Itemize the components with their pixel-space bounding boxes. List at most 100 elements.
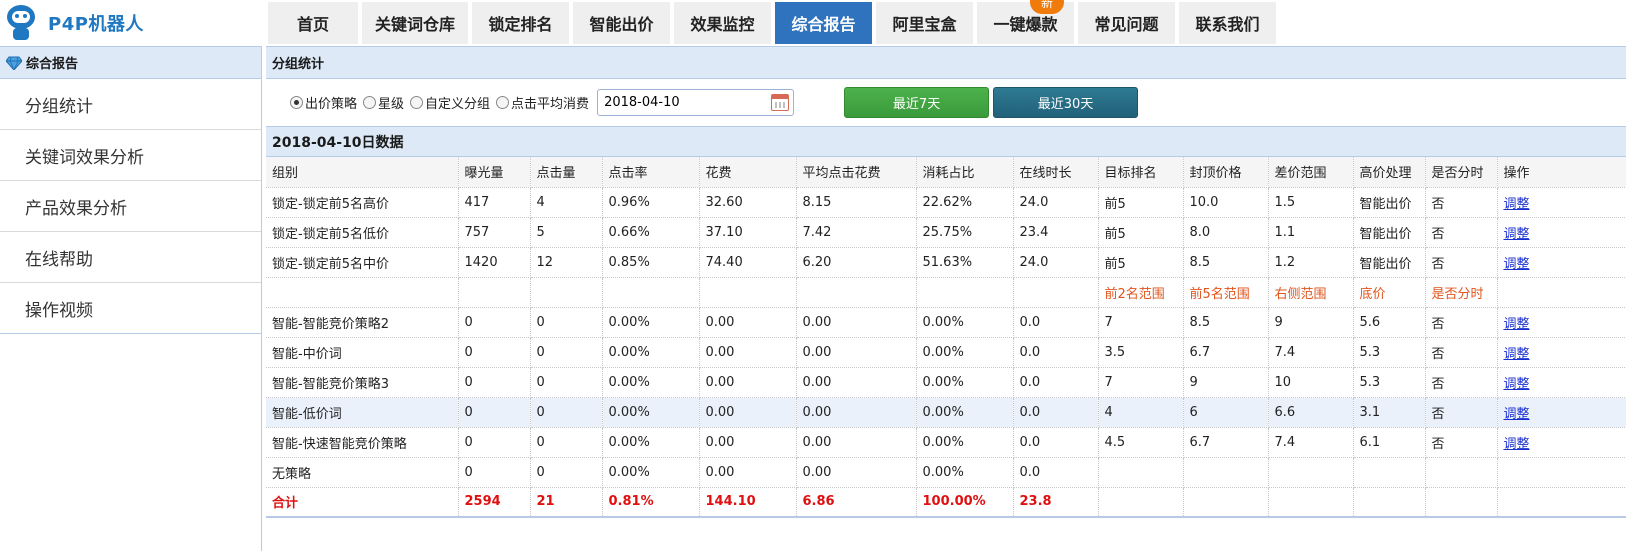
table-note-row: 前2名范围 前5名范围 右侧范围 底价 是否分时 <box>266 277 1626 308</box>
column-header: 消耗占比 <box>916 157 1014 188</box>
table-row: 智能-快速智能竞价策略 0 0 0.00% 0.00 0.00 0.00% 0.0 4.5 6.7… <box>266 427 1626 458</box>
table-cell: 8.0 <box>1183 217 1269 248</box>
adjust-link[interactable]: 调整 <box>1497 247 1626 278</box>
radio-avg-click-cost[interactable]: 点击平均消费 <box>496 93 589 112</box>
column-header: 差价范围 <box>1268 157 1354 188</box>
table-cell <box>1183 457 1269 488</box>
sidebar-item-product-analysis[interactable]: 产品效果分析 <box>0 181 261 232</box>
adjust-link[interactable]: 调整 <box>1497 217 1626 248</box>
table-cell <box>1497 487 1626 518</box>
nav-tab-keyword-warehouse[interactable]: 关键词仓库 <box>362 2 468 44</box>
table-cell: 22.62% <box>916 187 1014 218</box>
column-header: 点击量 <box>530 157 603 188</box>
table-cell: 6.7 <box>1183 427 1269 458</box>
nav-tab-faq[interactable]: 常见问题 <box>1078 2 1175 44</box>
table-cell <box>1183 487 1269 518</box>
nav-tab-contact[interactable]: 联系我们 <box>1179 2 1276 44</box>
table-cell: 25.75% <box>916 217 1014 248</box>
adjust-link[interactable]: 调整 <box>1497 307 1626 338</box>
nav-tab-effect-monitor[interactable]: 效果监控 <box>674 2 771 44</box>
last-30-days-button[interactable]: 最近30天 <box>993 87 1139 118</box>
table-cell: 合计 <box>266 487 459 518</box>
sidebar-item-group-stats[interactable]: 分组统计 <box>0 79 261 130</box>
table-cell: 12 <box>530 247 603 278</box>
table-cell <box>1098 457 1184 488</box>
radio-bid-strategy[interactable]: 出价策略 <box>290 93 357 112</box>
table-cell: 1.5 <box>1268 187 1354 218</box>
adjust-link[interactable]: 调整 <box>1497 367 1626 398</box>
sidebar-item-online-help[interactable]: 在线帮助 <box>0 232 261 283</box>
table-cell: 6.20 <box>796 247 917 278</box>
table-cell: 0.00 <box>699 427 797 458</box>
calendar-icon[interactable] <box>771 94 790 111</box>
table-cell: 前2名范围 <box>1098 277 1184 308</box>
table-cell: 0.00 <box>796 397 917 428</box>
nav-tab-ali-box[interactable]: 阿里宝盒 <box>876 2 973 44</box>
table-cell: 37.10 <box>699 217 797 248</box>
table-cell: 6.7 <box>1183 337 1269 368</box>
sidebar-item-keyword-analysis[interactable]: 关键词效果分析 <box>0 130 261 181</box>
table-cell: 0.00% <box>916 367 1014 398</box>
top-nav: 首页 关键词仓库 锁定排名 智能出价 效果监控 综合报告 阿里宝盒 一键爆款 新… <box>268 0 1276 44</box>
table-cell: 智能-快速智能竞价策略 <box>266 427 459 458</box>
nav-tab-smart-bid[interactable]: 智能出价 <box>573 2 670 44</box>
table-cell <box>1425 487 1498 518</box>
column-header: 组别 <box>266 157 459 188</box>
table-row: 智能-中价词 0 0 0.00% 0.00 0.00 0.00% 0.0 3.5 6.7 7.4 5.… <box>266 337 1626 368</box>
table-cell: 4.5 <box>1098 427 1184 458</box>
table-cell: 0.0 <box>1013 457 1099 488</box>
sidebar-item-video[interactable]: 操作视频 <box>0 283 261 334</box>
adjust-link[interactable]: 调整 <box>1497 397 1626 428</box>
radio-star-level[interactable]: 星级 <box>363 93 404 112</box>
date-field[interactable] <box>597 89 795 116</box>
table-cell: 23.4 <box>1013 217 1099 248</box>
nav-tab-home[interactable]: 首页 <box>268 2 358 44</box>
nav-tab-hot-item[interactable]: 一键爆款 新 <box>977 0 1074 44</box>
adjust-link[interactable]: 调整 <box>1497 337 1626 368</box>
table-cell <box>916 277 1014 308</box>
table-cell: 0.00 <box>699 457 797 488</box>
radio-custom-group[interactable]: 自定义分组 <box>410 93 490 112</box>
table-cell: 是否分时 <box>1425 277 1498 308</box>
table-row: 锁定-锁定前5名高价 417 4 0.96% 32.60 8.15 22.62% 24.0 前5… <box>266 187 1626 218</box>
table-cell: 0.00 <box>699 337 797 368</box>
table-cell: 智能出价 <box>1353 217 1426 248</box>
table-cell <box>1268 487 1354 518</box>
column-header: 在线时长 <box>1013 157 1099 188</box>
table-cell: 0 <box>530 427 603 458</box>
column-header: 高价处理 <box>1353 157 1426 188</box>
table-cell: 0.00% <box>602 457 700 488</box>
table-row: 智能-低价词 0 0 0.00% 0.00 0.00 0.00% 0.0 4 6 6.6 3.1 否调整 <box>266 397 1626 428</box>
last-7-days-button[interactable]: 最近7天 <box>844 87 990 118</box>
table-cell <box>1268 457 1354 488</box>
table-row: 智能-智能竞价策略2 0 0 0.00% 0.00 0.00 0.00% 0.0 7 8.5 9 5.… <box>266 307 1626 338</box>
table-cell <box>602 277 700 308</box>
table-cell: 23.8 <box>1013 487 1099 518</box>
new-badge: 新 <box>1030 0 1064 14</box>
app-logo[interactable]: P4P机器人 <box>0 0 262 46</box>
adjust-link[interactable]: 调整 <box>1497 427 1626 458</box>
table-cell <box>699 277 797 308</box>
sidebar-header: 综合报告 <box>0 46 261 79</box>
table-cell: 否 <box>1425 217 1498 248</box>
nav-tab-lock-ranking[interactable]: 锁定排名 <box>472 2 569 44</box>
column-header: 操作 <box>1497 157 1626 188</box>
table-cell: 1.1 <box>1268 217 1354 248</box>
column-header: 曝光量 <box>458 157 531 188</box>
table-cell: 0 <box>530 457 603 488</box>
table-cell: 5 <box>530 217 603 248</box>
adjust-link[interactable]: 调整 <box>1497 187 1626 218</box>
table-cell: 8.5 <box>1183 307 1269 338</box>
table-cell: 0.00% <box>916 427 1014 458</box>
table-cell: 0.00% <box>916 307 1014 338</box>
data-date-title: 2018-04-10日数据 <box>266 126 1626 157</box>
table-cell: 0 <box>458 427 531 458</box>
table-cell: 0.0 <box>1013 367 1099 398</box>
table-cell: 前5名范围 <box>1183 277 1269 308</box>
table-cell: 否 <box>1425 247 1498 278</box>
table-cell: 0.00 <box>699 307 797 338</box>
date-input[interactable] <box>604 95 765 110</box>
section-title: 分组统计 <box>266 46 1626 79</box>
table-cell <box>266 277 459 308</box>
nav-tab-report[interactable]: 综合报告 <box>775 2 872 44</box>
